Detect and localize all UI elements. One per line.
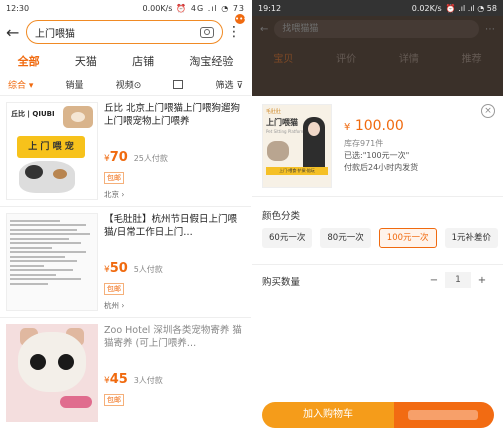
variant-option-60[interactable]: 60元一次 xyxy=(262,228,313,248)
shipping-time: 付款后24小时内发货 xyxy=(344,163,419,172)
price-value: 100.00 xyxy=(354,118,404,134)
buy-now-button[interactable] xyxy=(394,402,494,428)
variant-options: 60元一次 80元一次 100元一次 1元补差价 xyxy=(262,228,498,248)
result-tabs: 全部 天猫 店铺 淘宝经验 xyxy=(0,48,251,74)
sort-sales[interactable]: 销量 xyxy=(66,78,84,91)
status-icons: ⏰ .ıl .ıl ◔ 58 xyxy=(445,3,497,13)
quantity-value[interactable]: 1 xyxy=(445,272,471,288)
status-icons: ⏰ 4G .ıl ◔ 73 xyxy=(176,3,245,13)
search-input[interactable]: 上门喂猫 xyxy=(26,20,223,44)
image-service-bar: 上门·喂食·铲屎·陪玩 xyxy=(266,167,328,175)
status-time: 19:12 xyxy=(258,3,282,13)
product-title[interactable]: 【毛肚肚】杭州节日假日上门喂猫/日常工作日上门… xyxy=(104,213,245,253)
product-card[interactable]: 丘比 | QIUBI 上 门 喂 宠 丘比 北京上门喂猫上门喂狗遛狗上门喂宠物上… xyxy=(0,96,251,207)
divider xyxy=(252,264,503,265)
variant-option-100[interactable]: 100元一次 xyxy=(378,228,437,248)
price-value: 50 xyxy=(109,261,128,276)
close-icon[interactable]: × xyxy=(481,104,495,118)
cat-photo xyxy=(267,141,289,161)
price-value: 45 xyxy=(109,372,128,387)
free-shipping-badge: 包邮 xyxy=(104,283,124,295)
cat-photo xyxy=(18,332,86,392)
decrease-button[interactable]: − xyxy=(423,275,445,286)
watermark-badge xyxy=(60,396,92,408)
divider xyxy=(252,196,503,197)
tab-all[interactable]: 全部 xyxy=(18,53,40,69)
product-thumbnail[interactable] xyxy=(6,213,98,311)
filter-bar: 综合 ▾ 销量 视频⊙ 筛选 ⊽ xyxy=(0,74,251,96)
product-price: ¥50 5人付款 xyxy=(104,261,245,276)
status-bar: 12:30 0.00K/s ⏰ 4G .ıl ◔ 73 xyxy=(0,0,251,16)
filter-button[interactable]: 筛选 ⊽ xyxy=(216,78,243,91)
camera-icon[interactable] xyxy=(200,26,214,38)
video-filter[interactable]: 视频⊙ xyxy=(116,78,142,91)
sku-selection-screen: ← 找喂猫猫 ⋯ 宝贝 评价 详情 推荐 19:12 0.02K/s ⏰ .ıl… xyxy=(252,0,503,428)
product-card[interactable]: 【毛肚肚】杭州节日假日上门喂猫/日常工作日上门… ¥50 5人付款 包邮 杭州 … xyxy=(0,207,251,318)
network-speed: 0.00K/s xyxy=(142,3,173,13)
blurred-label xyxy=(408,410,478,420)
free-shipping-badge: 包邮 xyxy=(104,394,124,406)
sku-bottom-sheet: × 毛肚肚 上门喂猫 Pet Sitting Platform 上门·喂食·铲屎… xyxy=(252,96,503,428)
more-menu-icon[interactable]: ⋮ ••• xyxy=(223,14,247,40)
product-price: ¥45 3人付款 xyxy=(104,372,245,387)
search-query: 上门喂猫 xyxy=(35,28,75,40)
free-shipping-badge: 包邮 xyxy=(104,172,124,184)
image-title: 上门喂猫 xyxy=(266,118,298,127)
selected-variant: 已选:"100元一次" xyxy=(344,151,410,160)
modal-overlay[interactable] xyxy=(252,16,503,96)
stock-count: 库存971件 xyxy=(344,139,384,148)
tab-experience[interactable]: 淘宝经验 xyxy=(189,53,233,69)
person-photo xyxy=(303,117,325,171)
add-to-cart-button[interactable]: 加入购物车 xyxy=(262,402,394,428)
brand-logo: 丘比 | QIUBI xyxy=(11,110,55,118)
product-title[interactable]: 丘比 北京上门喂猫上门喂狗遛狗上门喂宠物上门喂养 xyxy=(104,102,245,142)
status-time: 12:30 xyxy=(6,3,30,13)
quantity-label: 购买数量 xyxy=(262,277,301,288)
variant-option-80[interactable]: 80元一次 xyxy=(320,228,371,248)
price-value: 70 xyxy=(109,150,128,165)
selected-price: ¥ 100.00 xyxy=(344,118,404,134)
product-thumbnail[interactable] xyxy=(6,324,98,422)
status-bar: 19:12 0.02K/s ⏰ .ıl .ıl ◔ 58 xyxy=(252,0,503,16)
tab-tmall[interactable]: 天猫 xyxy=(75,53,97,69)
search-header: ← 上门喂猫 ⋮ ••• xyxy=(0,14,251,48)
product-card[interactable]: Zoo Hotel 深圳各类宠物寄养 猫猫寄养 (可上门喂养… ¥45 3人付款… xyxy=(0,318,251,428)
shop-location[interactable]: 北京 › xyxy=(104,189,245,200)
back-arrow-icon[interactable]: ← xyxy=(6,23,26,42)
shop-location[interactable]: 杭州 › xyxy=(104,300,245,311)
search-results-screen: 12:30 0.00K/s ⏰ 4G .ıl ◔ 73 ← 上门喂猫 ⋮ ••• … xyxy=(0,0,251,428)
brand-logo: 毛肚肚 xyxy=(266,109,282,115)
sort-dropdown[interactable]: 综合 ▾ xyxy=(8,78,33,91)
network-speed: 0.02K/s xyxy=(411,3,442,13)
tab-shops[interactable]: 店铺 xyxy=(132,53,154,69)
buyer-count: 3人付款 xyxy=(133,376,163,385)
buyer-count: 25人付款 xyxy=(133,154,168,163)
grid-view-icon[interactable] xyxy=(173,80,184,89)
buyer-count: 5人付款 xyxy=(133,265,163,274)
currency-symbol: ¥ xyxy=(344,122,351,133)
product-image: 毛肚肚 上门喂猫 Pet Sitting Platform 上门·喂食·铲屎·陪… xyxy=(262,104,332,188)
product-price: ¥70 25人付款 xyxy=(104,150,245,165)
banner-text: 上 门 喂 宠 xyxy=(17,136,85,158)
cat-photo xyxy=(19,161,75,193)
product-title[interactable]: Zoo Hotel 深圳各类宠物寄养 猫猫寄养 (可上门喂养… xyxy=(104,324,245,364)
image-subtitle: Pet Sitting Platform xyxy=(266,129,305,134)
variant-label: 颜色分类 xyxy=(262,211,301,222)
quantity-stepper: − 1 + xyxy=(423,272,493,288)
variant-option-1[interactable]: 1元补差价 xyxy=(444,228,498,248)
product-thumbnail[interactable]: 丘比 | QIUBI 上 门 喂 宠 xyxy=(6,102,98,200)
notification-dot: ••• xyxy=(235,14,248,24)
increase-button[interactable]: + xyxy=(471,275,493,286)
cat-photo xyxy=(63,106,93,128)
